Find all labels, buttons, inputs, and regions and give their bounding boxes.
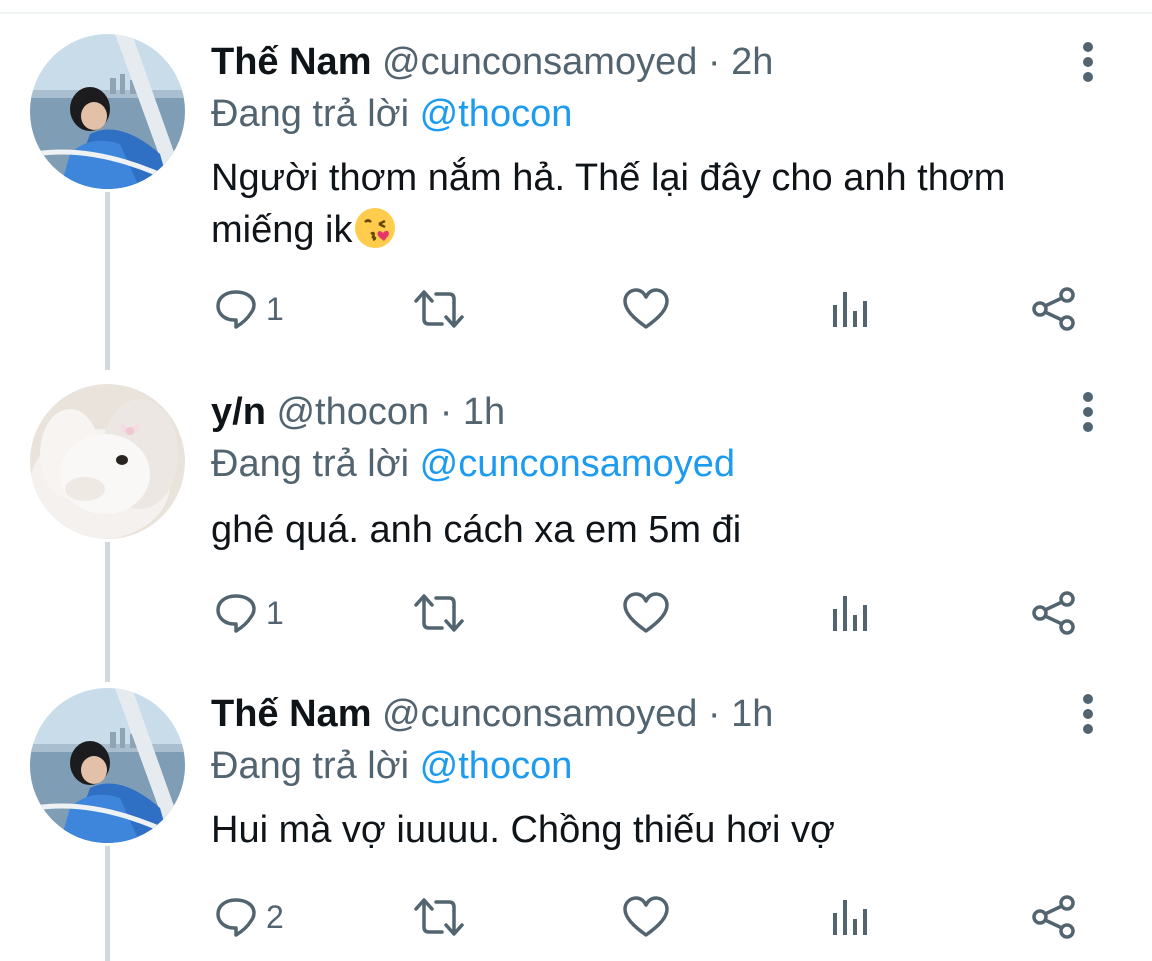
tweet-actions: 1	[0, 284, 1152, 334]
person-by-water-avatar	[30, 688, 185, 843]
display-name[interactable]: Thế Nam	[211, 41, 371, 83]
tweet-body: ghê quá. anh cách xa em 5m đi	[211, 509, 742, 551]
separator: ·	[707, 41, 721, 83]
replying-to: Đang trả lời @thocon	[211, 88, 572, 140]
more-vertical-icon	[1083, 42, 1093, 82]
tweet-actions: 1	[0, 588, 1152, 638]
analytics-icon	[833, 900, 867, 935]
share-button[interactable]	[1030, 892, 1078, 942]
mention-link[interactable]: @thocon	[420, 745, 573, 787]
username-handle[interactable]: @cunconsamoyed	[382, 41, 697, 83]
heart-icon	[623, 288, 669, 329]
reply-count: 1	[266, 291, 284, 327]
share-icon	[1032, 591, 1075, 635]
like-button[interactable]	[622, 284, 670, 334]
display-name[interactable]: y/n	[211, 391, 266, 433]
tweet[interactable]: Thế Nam @cunconsamoyed · 1h Đang trả lời…	[0, 688, 1152, 950]
username-handle[interactable]: @thocon	[276, 391, 429, 433]
reply-icon	[216, 898, 256, 937]
separator: ·	[439, 391, 453, 433]
retweet-icon	[414, 594, 464, 632]
tweet[interactable]: y/n @thocon · 1h Đang trả lời @cunconsam…	[0, 384, 1152, 646]
retweet-icon	[414, 290, 464, 328]
separator: ·	[707, 693, 721, 735]
retweet-button[interactable]	[412, 284, 466, 334]
timestamp[interactable]: 2h	[731, 41, 773, 83]
share-icon	[1032, 287, 1075, 331]
mention-link[interactable]: @thocon	[420, 93, 573, 135]
retweet-button[interactable]	[412, 588, 466, 638]
analytics-icon	[833, 292, 867, 327]
more-options-button[interactable]	[1068, 692, 1108, 736]
top-divider	[0, 12, 1152, 14]
white-bunny-avatar	[30, 384, 185, 539]
replying-to-label: Đang trả lời	[211, 745, 410, 787]
more-vertical-icon	[1083, 694, 1093, 734]
more-options-button[interactable]	[1068, 40, 1108, 84]
share-button[interactable]	[1030, 284, 1078, 334]
tweet-text: Người thơm nắm hả. Thế lại đây cho anh t…	[211, 152, 1111, 256]
analytics-button[interactable]	[828, 284, 872, 334]
retweet-icon	[414, 898, 464, 936]
tweet-text: ghê quá. anh cách xa em 5m đi	[211, 504, 1111, 556]
timestamp[interactable]: 1h	[463, 391, 505, 433]
share-button[interactable]	[1030, 588, 1078, 638]
reply-icon	[216, 290, 256, 329]
share-icon	[1032, 895, 1075, 939]
analytics-icon	[833, 596, 867, 631]
tweet-body: Hui mà vợ iuuuu. Chồng thiếu hơi vợ	[211, 809, 835, 851]
avatar[interactable]	[30, 384, 185, 539]
avatar[interactable]	[30, 34, 185, 189]
face-blowing-a-kiss-icon	[353, 206, 397, 250]
reply-count: 2	[266, 899, 284, 935]
replying-to-label: Đang trả lời	[211, 443, 410, 485]
like-button[interactable]	[622, 892, 670, 942]
heart-icon	[623, 592, 669, 633]
analytics-button[interactable]	[828, 892, 872, 942]
like-button[interactable]	[622, 588, 670, 638]
username-handle[interactable]: @cunconsamoyed	[382, 693, 697, 735]
more-options-button[interactable]	[1068, 390, 1108, 434]
replying-to: Đang trả lời @thocon	[211, 740, 572, 792]
avatar[interactable]	[30, 688, 185, 843]
heart-icon	[623, 896, 669, 937]
display-name[interactable]: Thế Nam	[211, 693, 371, 735]
timestamp[interactable]: 1h	[731, 693, 773, 735]
reply-button[interactable]: 1	[214, 284, 284, 334]
reply-button[interactable]: 1	[214, 588, 284, 638]
tweet-actions: 2	[0, 892, 1152, 942]
retweet-button[interactable]	[412, 892, 466, 942]
analytics-button[interactable]	[828, 588, 872, 638]
mention-link[interactable]: @cunconsamoyed	[420, 443, 735, 485]
person-by-water-avatar	[30, 34, 185, 189]
more-vertical-icon	[1083, 392, 1093, 432]
tweet-body: Người thơm nắm hả. Thế lại đây cho anh t…	[211, 157, 1006, 251]
replying-to: Đang trả lời @cunconsamoyed	[211, 438, 735, 490]
reply-icon	[216, 594, 256, 633]
replying-to-label: Đang trả lời	[211, 93, 410, 135]
tweet-header: Thế Nam @cunconsamoyed · 1h	[211, 688, 773, 740]
reply-count: 1	[266, 595, 284, 631]
tweet-text: Hui mà vợ iuuuu. Chồng thiếu hơi vợ	[211, 804, 1111, 856]
tweet-header: Thế Nam @cunconsamoyed · 2h	[211, 36, 773, 88]
tweet[interactable]: Thế Nam @cunconsamoyed · 2h Đang trả lời…	[0, 34, 1152, 354]
tweet-header: y/n @thocon · 1h	[211, 386, 505, 438]
reply-button[interactable]: 2	[214, 892, 284, 942]
